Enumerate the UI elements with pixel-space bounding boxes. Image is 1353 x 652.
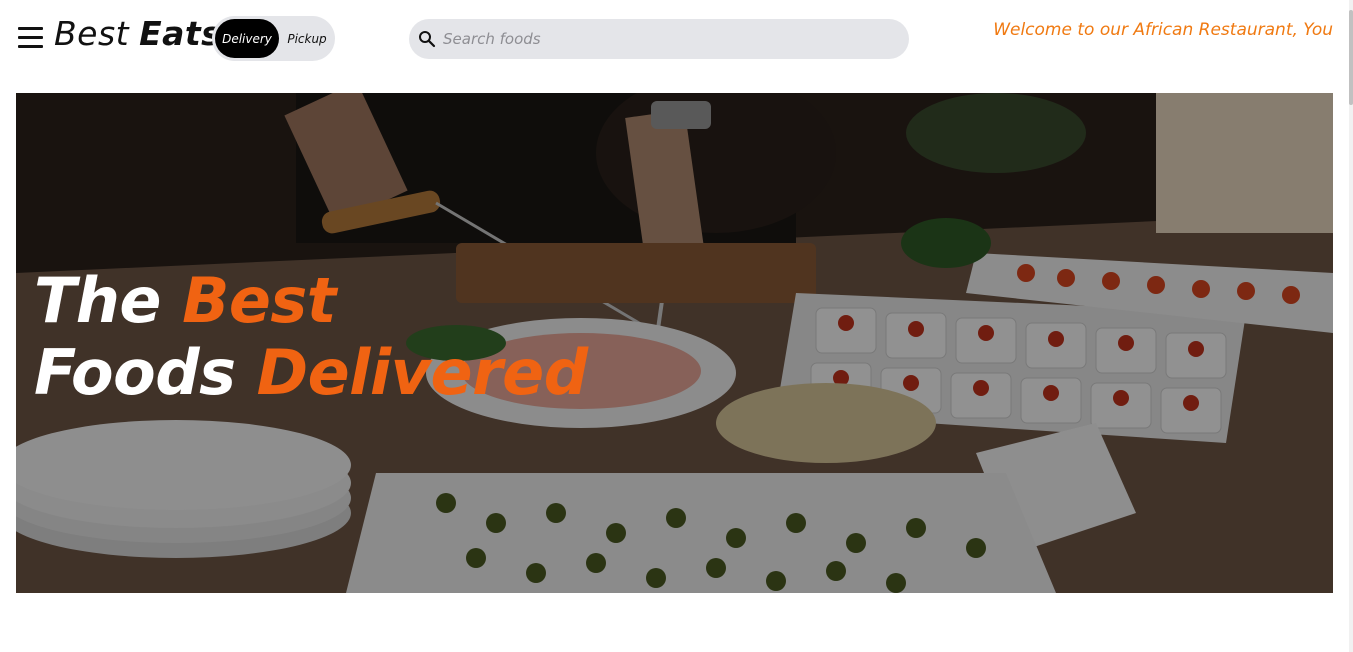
brand-first-word: Best <box>54 14 130 53</box>
page-scrollbar[interactable] <box>1349 0 1353 652</box>
hero-headline-line-2: Foods Delivered <box>34 337 588 409</box>
welcome-message: Welcome to our African Restaurant, You <box>993 20 1333 40</box>
hero-banner: The Best Foods Delivered <box>16 93 1333 593</box>
search-input[interactable] <box>443 24 893 54</box>
brand-second-word: Eats <box>139 14 222 53</box>
hero-word-the: The <box>34 264 161 337</box>
hero-word-foods: Foods <box>34 336 236 409</box>
search-bar <box>409 19 909 59</box>
brand-logo[interactable]: Best Eats <box>54 14 221 58</box>
hero-headline: The Best Foods Delivered <box>34 265 588 409</box>
scrollbar-thumb[interactable] <box>1349 10 1353 105</box>
delivery-pickup-toggle: Delivery Pickup <box>212 16 335 61</box>
hamburger-menu-icon[interactable] <box>18 27 43 49</box>
page: BestEats Delivery Pickup Welcome to our … <box>0 0 1353 652</box>
hero-word-delivered: Delivered <box>256 336 589 409</box>
search-icon[interactable] <box>418 30 436 48</box>
hero-word-best: Best <box>182 264 336 337</box>
pickup-option-button[interactable]: Pickup <box>282 19 332 58</box>
hero-headline-line-1: The Best <box>34 265 588 337</box>
delivery-option-button[interactable]: Delivery <box>215 19 279 58</box>
